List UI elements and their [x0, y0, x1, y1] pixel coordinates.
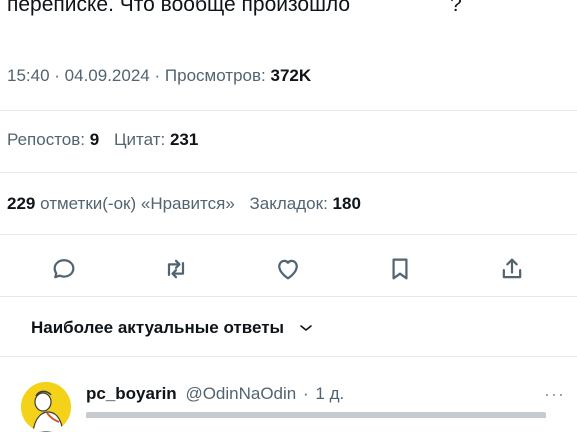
reply-header: pc_boyarin @OdinNaOdin · 1 д.	[86, 384, 344, 404]
reply-author-handle[interactable]: @OdinNaOdin	[185, 384, 296, 403]
divider	[0, 172, 577, 173]
tweet-text-end: ?	[450, 0, 462, 16]
reply-separator: ·	[302, 384, 309, 403]
likes-stat[interactable]: 229 отметки(-ок) «Нравится»	[7, 194, 235, 213]
repost-button[interactable]	[160, 254, 192, 284]
divider	[0, 234, 577, 235]
reposts-stat[interactable]: Репостов: 9	[7, 130, 99, 149]
reply-author-name[interactable]: pc_boyarin	[86, 384, 177, 403]
tweet-text: переписке. Что вообще произошло?	[7, 0, 567, 19]
bookmarks-stat[interactable]: Закладок: 180	[250, 194, 361, 213]
bookmark-button[interactable]	[384, 254, 416, 284]
views-count: 372K	[270, 66, 312, 85]
replies-sort-label: Наиболее актуальные ответы	[31, 318, 285, 337]
divider	[0, 356, 577, 357]
share-icon	[502, 258, 522, 279]
action-bar	[0, 254, 577, 284]
tweet-meta: 15:40 · 04.09.2024 · Просмотров: 372K	[7, 66, 312, 85]
avatar-image	[21, 382, 71, 432]
repost-icon	[167, 259, 185, 279]
avatar[interactable]	[21, 382, 71, 432]
reply-icon	[53, 259, 75, 279]
tweet-time[interactable]: 15:40	[7, 66, 50, 85]
like-icon	[278, 259, 298, 280]
tweet-date[interactable]: 04.09.2024	[65, 66, 150, 85]
tweet-text-start: переписке. Что вообще произошло	[7, 0, 351, 16]
reply-item[interactable]: pc_boyarin @OdinNaOdin · 1 д. ···	[0, 368, 577, 432]
divider	[0, 110, 577, 111]
replies-sort-dropdown[interactable]: Наиболее актуальные ответы	[31, 318, 314, 338]
stats-row-likes: 229 отметки(-ок) «Нравится» Закладок: 18…	[7, 194, 361, 214]
reply-button[interactable]	[48, 254, 80, 284]
chevron-down-icon	[300, 325, 312, 331]
reply-text-clipped	[86, 412, 556, 418]
divider	[0, 296, 577, 297]
like-button[interactable]	[272, 254, 304, 284]
views-label: Просмотров:	[164, 66, 266, 85]
share-button[interactable]	[496, 254, 528, 284]
bookmark-icon	[392, 258, 408, 280]
reply-time[interactable]: 1 д.	[315, 384, 344, 403]
quotes-stat[interactable]: Цитат: 231	[114, 130, 198, 149]
more-options-icon[interactable]: ···	[544, 384, 565, 405]
stats-row-reposts: Репостов: 9 Цитат: 231	[7, 130, 198, 150]
